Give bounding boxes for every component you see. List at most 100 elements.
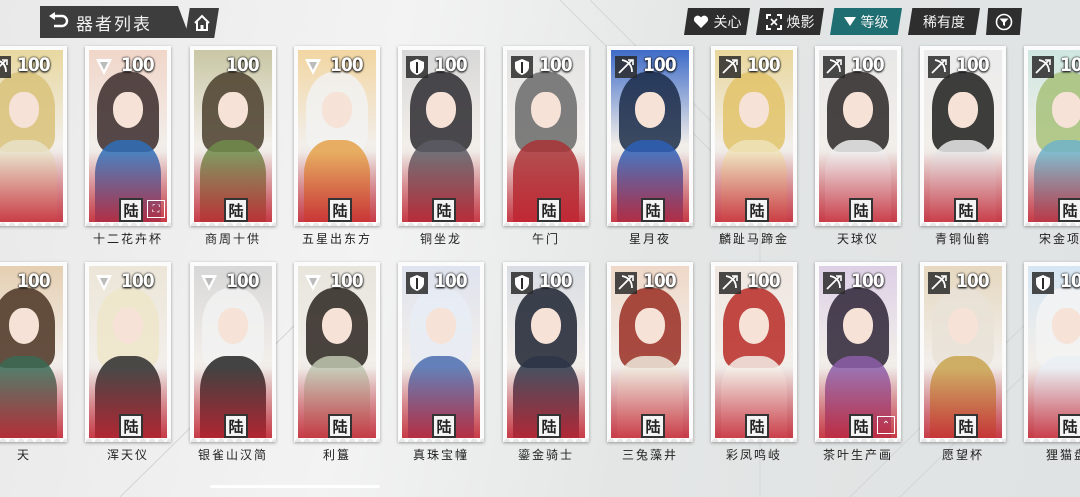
character-card[interactable]: 100 天 [0,262,67,462]
card-name: 彩凤鸣岐 [725,447,782,462]
card-frame: 100陆 [711,46,797,226]
bow-icon [928,272,950,294]
bow-icon [615,56,637,78]
card-frame: 100陆 [503,262,589,442]
ticket-perforation [85,434,171,442]
character-portrait: 100陆⛶ [89,50,167,222]
swap-label: 焕影 [786,14,815,31]
flag-icon [302,272,324,294]
ticket-perforation [711,218,797,226]
card-frame: 100陆 [920,262,1006,442]
care-button[interactable]: 关心 [684,8,750,35]
level-number: 100 [330,270,364,292]
character-portrait: 100陆 [819,50,897,222]
care-label: 关心 [713,14,742,31]
home-icon [194,14,210,31]
card-frame: 100陆⛶ [1024,262,1080,442]
card-frame: 100陆 [294,262,380,442]
level-number: 100 [1060,270,1080,292]
character-card[interactable]: 100 陆天球仪 [815,46,901,246]
character-card[interactable]: 100 陆商周十供 [190,46,276,246]
frame-icon [765,13,782,30]
character-portrait: 100陆 [194,50,272,222]
back-icon[interactable] [40,6,76,38]
card-name: 麟趾马蹄金 [718,231,789,246]
top-bar: 器者列表 关心 焕影 等级 稀有度 [0,0,1080,44]
scrollbar-thumb[interactable] [210,485,380,488]
character-card[interactable]: 100 陆鎏金骑士 [503,262,589,462]
level-number: 100 [747,54,781,76]
character-card[interactable]: 100 陆彩凤鸣岐 [711,262,797,462]
card-frame: 100陆 [920,46,1006,226]
level-number: 100 [851,270,885,292]
shield-icon [1032,272,1054,294]
card-frame: 100 陆 ⌃ [815,262,901,442]
character-card[interactable]: 100 陆 ⌃ 茶叶生产画 [815,262,901,462]
card-frame: 100陆 [294,46,380,226]
character-portrait: 100陆 [924,266,1002,438]
filter-button[interactable] [986,8,1022,35]
character-card[interactable]: 100 陆愿望杯 [920,262,1006,462]
character-portrait: 100陆 [298,50,376,222]
character-portrait: 100陆 [507,50,585,222]
bow-icon [615,272,637,294]
character-card[interactable]: 100 陆星月夜 [607,46,693,246]
character-portrait: 100 陆 ⌃ [819,266,897,438]
card-frame: 100陆 [190,46,276,226]
character-portrait: 100陆 [611,50,689,222]
card-name: 青铜仙鹤 [934,231,991,246]
character-card[interactable]: 100 [0,46,67,228]
swap-skin-button[interactable]: 焕影 [756,8,824,35]
character-card[interactable]: 100 陆青铜仙鹤 [920,46,1006,246]
character-portrait: 100陆 [194,266,272,438]
character-portrait: 100陆 [402,50,480,222]
level-number: 100 [121,54,155,76]
card-name: 天 [16,447,31,462]
card-frame: 100陆 [85,262,171,442]
character-card[interactable]: 100 陆真珠宝幢 [398,262,484,462]
character-card[interactable]: 100 陆三兔藻井 [607,262,693,462]
card-name: 利簋 [322,447,351,462]
shield-icon [406,272,428,294]
bow-icon [823,56,845,78]
bow-icon [823,272,845,294]
card-name: 鎏金骑士 [517,447,574,462]
horizontal-scrollbar[interactable] [210,485,380,488]
card-name: 银雀山汉简 [197,447,268,462]
level-number: 100 [17,270,51,292]
level-number: 100 [643,270,677,292]
character-card[interactable]: 100陆宋金项饰 [1024,46,1080,246]
character-card[interactable]: 100 陆午门 [503,46,589,246]
expand-icon[interactable]: ⛶ [147,200,165,218]
level-number: 100 [643,54,677,76]
character-card[interactable]: 100陆⛶ 狸猫盘 [1024,262,1080,462]
bow-icon [1032,56,1054,78]
character-card[interactable]: 100 陆铜坐龙 [398,46,484,246]
character-portrait: 100陆 [298,266,376,438]
character-portrait: 100 [0,266,63,438]
character-card[interactable]: 100 陆浑天仪 [85,262,171,462]
character-card[interactable]: 100 陆 ⛶ 十二花卉杯 [85,46,171,246]
sort-level-button[interactable]: 等级 [830,8,902,35]
ticket-perforation [815,434,901,442]
character-portrait: 100陆 [89,266,167,438]
ticket-perforation [294,218,380,226]
card-frame: 100陆 [1024,46,1080,226]
character-card[interactable]: 100 陆五星出东方 [294,46,380,246]
ticket-perforation [398,218,484,226]
character-portrait: 100陆⛶ [1028,266,1080,438]
card-name: 五星出东方 [301,231,372,246]
character-card[interactable]: 100 陆麟趾马蹄金 [711,46,797,246]
character-card[interactable]: 100 陆利簋 [294,262,380,462]
character-card[interactable]: 100 陆银雀山汉简 [190,262,276,462]
shield-icon [511,272,533,294]
heart-icon [693,15,708,28]
sort-rarity-button[interactable]: 稀有度 [908,8,980,35]
card-name: 十二花卉杯 [92,231,163,246]
character-portrait: 100陆 [611,266,689,438]
level-number: 100 [956,54,990,76]
character-portrait: 100 [0,50,63,222]
ticket-perforation [607,434,693,442]
collapse-icon[interactable]: ⌃ [877,416,895,434]
home-button[interactable] [185,8,219,38]
